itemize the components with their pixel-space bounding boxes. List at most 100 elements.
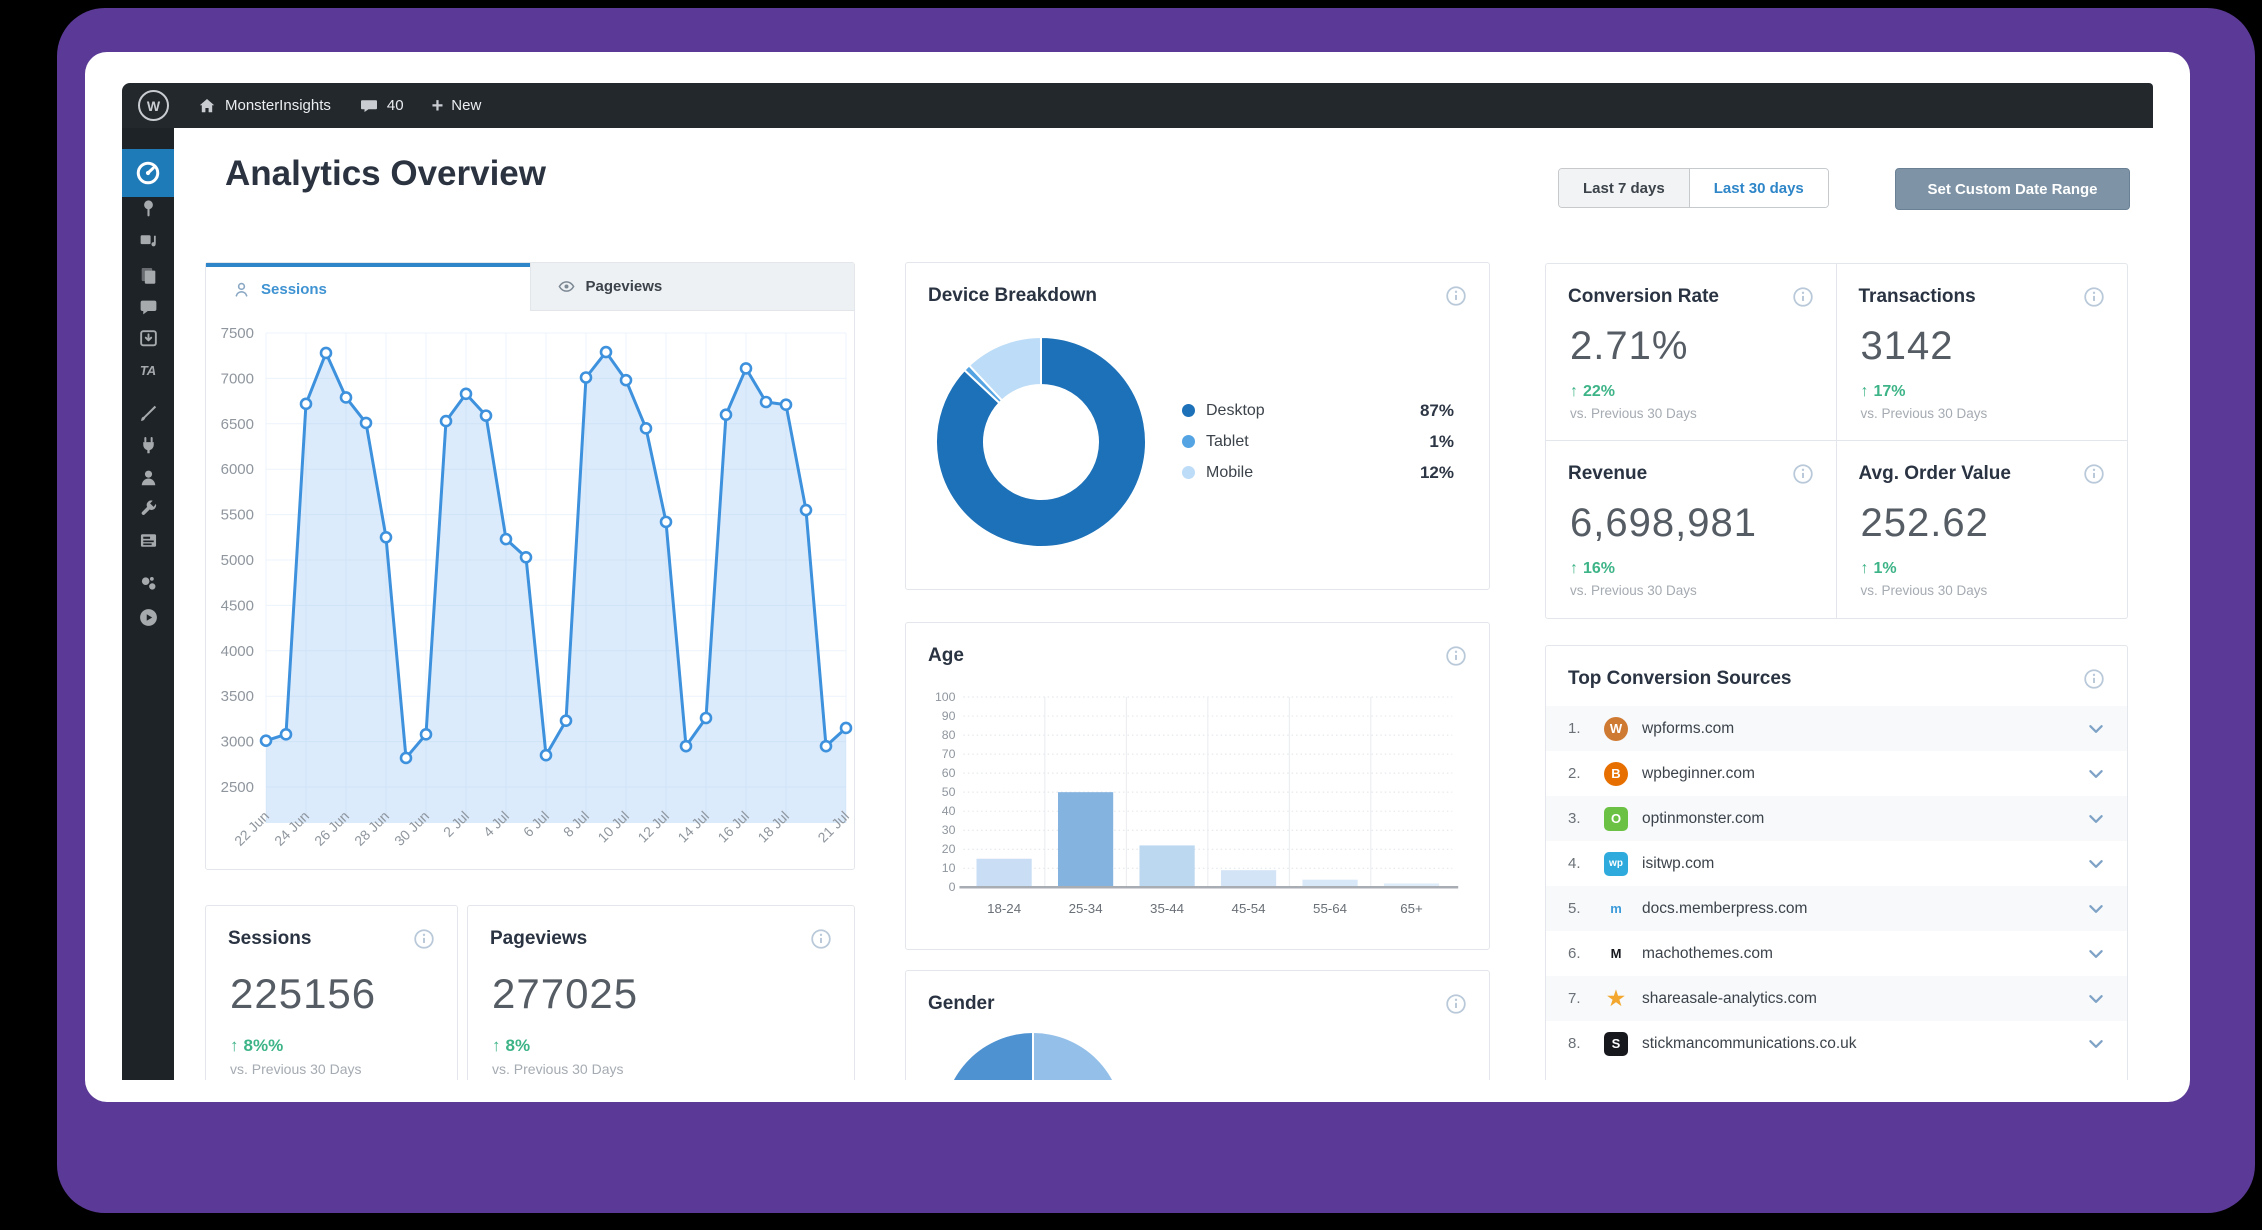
info-icon[interactable]	[1445, 285, 1467, 307]
svg-text:2500: 2500	[221, 779, 254, 796]
chevron-down-icon	[2087, 855, 2105, 873]
source-domain: wpforms.com	[1642, 720, 2087, 738]
stat-note: vs. Previous 30 Days	[1837, 578, 2128, 598]
source-rank: 4.	[1568, 855, 1604, 872]
stat-value: 277025	[468, 950, 854, 1018]
wordpress-logo-icon[interactable]: W	[138, 90, 169, 121]
svg-text:6500: 6500	[221, 416, 254, 433]
sessions-line-chart: 2500300035004000450050005500600065007000…	[206, 317, 856, 865]
info-icon[interactable]	[1445, 645, 1467, 667]
tab-sessions-label: Sessions	[261, 281, 327, 298]
source-domain: machothemes.com	[1642, 945, 2087, 963]
info-icon[interactable]	[810, 928, 832, 950]
stat-note: vs. Previous 30 Days	[1837, 401, 2128, 421]
legend-item-mobile: Mobile12%	[1182, 457, 1454, 488]
svg-text:7500: 7500	[221, 325, 254, 342]
stat-title: Transactions	[1859, 286, 1976, 308]
source-row-wpforms.com[interactable]: 1.Wwpforms.com	[1546, 706, 2127, 751]
stat-title: Sessions	[228, 928, 311, 950]
stat-delta: 8%%	[244, 1036, 284, 1056]
memberpress-icon: m	[1604, 897, 1628, 921]
svg-text:5500: 5500	[221, 507, 254, 524]
stat-delta: 1%	[1874, 560, 1897, 578]
admin-bar-site-link[interactable]: MonsterInsights	[197, 96, 331, 116]
legend-dot	[1182, 466, 1195, 479]
legend-label: Tablet	[1206, 433, 1429, 451]
last-30-days-button[interactable]: Last 30 days	[1690, 169, 1828, 207]
info-icon[interactable]	[2083, 286, 2105, 308]
info-icon[interactable]	[2083, 463, 2105, 485]
tab-pageviews[interactable]: Pageviews	[530, 263, 855, 311]
wp-admin-bar: W MonsterInsights 40 + New	[122, 83, 2153, 128]
svg-text:50: 50	[942, 785, 956, 799]
sidebar-item-integrations-icon[interactable]	[122, 572, 174, 594]
legend-item-desktop: Desktop87%	[1182, 395, 1454, 426]
stat-title: Avg. Order Value	[1859, 463, 2011, 485]
source-rank: 1.	[1568, 720, 1604, 737]
chevron-down-icon	[2087, 990, 2105, 1008]
person-icon	[232, 280, 251, 299]
chevron-down-icon	[2087, 810, 2105, 828]
source-row-isitwp.com[interactable]: 4.wpisitwp.com	[1546, 841, 2127, 886]
revenue-card: Revenue 6,698,981 ↑16% vs. Previous 30 D…	[1546, 441, 1837, 618]
stat-title: Revenue	[1568, 463, 1647, 485]
legend-label: Desktop	[1206, 402, 1420, 420]
conversion-rate-card: Conversion Rate 2.71% ↑22% vs. Previous …	[1546, 264, 1837, 441]
sidebar-item-downloads-icon[interactable]	[122, 327, 174, 349]
sidebar-item-thirstyaffiliates[interactable]: TA	[122, 359, 174, 381]
info-icon[interactable]	[413, 928, 435, 950]
svg-text:3500: 3500	[221, 688, 254, 705]
sidebar-item-comments-icon[interactable]	[122, 296, 174, 318]
legend-item-tablet: Tablet1%	[1182, 426, 1454, 457]
source-row-wpbeginner.com[interactable]: 2.Bwpbeginner.com	[1546, 751, 2127, 796]
sidebar-item-media-icon[interactable]	[122, 229, 174, 251]
mockup-stage: W MonsterInsights 40 + New	[0, 0, 2262, 1230]
svg-text:10: 10	[942, 861, 956, 875]
svg-text:90: 90	[942, 709, 956, 723]
legend-value: 1%	[1429, 432, 1454, 452]
sessions-chart-card: Sessions Pageviews 250030003500400045005…	[205, 262, 855, 870]
info-icon[interactable]	[1792, 463, 1814, 485]
tab-sessions[interactable]: Sessions	[206, 263, 530, 311]
last-7-days-button[interactable]: Last 7 days	[1559, 169, 1690, 207]
chevron-down-icon	[2087, 720, 2105, 738]
sidebar-item-tools-icon[interactable]	[122, 497, 174, 519]
sidebar-item-pages-icon[interactable]	[122, 264, 174, 286]
svg-text:80: 80	[942, 728, 956, 742]
svg-text:30: 30	[942, 823, 956, 837]
isitwp-icon: wp	[1604, 852, 1628, 876]
info-icon[interactable]	[1445, 993, 1467, 1015]
info-icon[interactable]	[2083, 668, 2105, 690]
admin-bar-comments[interactable]: 40	[359, 96, 404, 116]
sidebar-item-posts-icon[interactable]	[122, 197, 174, 219]
info-icon[interactable]	[1792, 286, 1814, 308]
sidebar-item-monsterinsights-active[interactable]	[122, 149, 174, 197]
sidebar-item-users-icon[interactable]	[122, 466, 174, 488]
legend-dot	[1182, 404, 1195, 417]
comments-count: 40	[387, 97, 404, 114]
sidebar-item-collapse-menu-icon[interactable]	[122, 606, 174, 628]
top-sources-list: 1.Wwpforms.com2.Bwpbeginner.com3.Ooptinm…	[1546, 706, 2127, 1066]
source-row-shareasale-analytics.com[interactable]: 7.★shareasale-analytics.com	[1546, 976, 2127, 1021]
sidebar-item-plugins-icon[interactable]	[122, 434, 174, 456]
comment-icon	[359, 96, 379, 116]
set-custom-date-range-button[interactable]: Set Custom Date Range	[1895, 168, 2130, 210]
source-row-stickmancommunications.co.uk[interactable]: 8.Sstickmancommunications.co.uk	[1546, 1021, 2127, 1066]
admin-bar-new[interactable]: + New	[432, 96, 482, 116]
stat-value: 252.62	[1837, 485, 2128, 546]
sidebar-item-settings-icon[interactable]	[122, 529, 174, 551]
eye-icon	[557, 277, 576, 296]
up-arrow-icon: ↑	[1570, 560, 1578, 578]
machothemes-icon: M	[1604, 942, 1628, 966]
svg-text:18-24: 18-24	[987, 901, 1021, 916]
source-row-optinmonster.com[interactable]: 3.Ooptinmonster.com	[1546, 796, 2127, 841]
source-row-machothemes.com[interactable]: 6.Mmachothemes.com	[1546, 931, 2127, 976]
up-arrow-icon: ↑	[1861, 560, 1869, 578]
svg-text:65+: 65+	[1400, 901, 1423, 916]
optinmonster-icon: O	[1604, 807, 1628, 831]
sidebar-item-appearance-icon[interactable]	[122, 402, 174, 424]
up-arrow-icon: ↑	[1570, 383, 1578, 401]
age-title: Age	[928, 645, 964, 667]
stat-delta: 8%	[506, 1036, 531, 1056]
source-row-docs.memberpress.com[interactable]: 5.mdocs.memberpress.com	[1546, 886, 2127, 931]
